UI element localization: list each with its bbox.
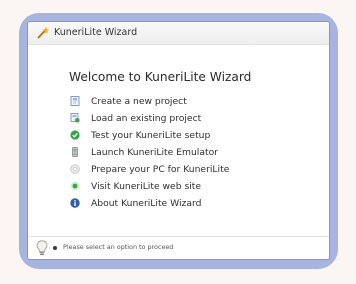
option-label: Visit KuneriLite web site xyxy=(91,181,202,192)
option-label: Launch KuneriLite Emulator xyxy=(91,147,218,158)
wizard-window: KuneriLite Wizard Welcome to KuneriLite … xyxy=(27,21,330,260)
option-label: About KuneriLite Wizard xyxy=(91,198,202,209)
option-label: Create a new project xyxy=(91,96,187,107)
wizard-heading: Welcome to KuneriLite Wizard xyxy=(69,70,252,84)
emulator-icon xyxy=(72,147,78,157)
window-title: KuneriLite Wizard xyxy=(54,27,138,38)
status-bar: Please select an option to proceed xyxy=(28,236,329,259)
lightbulb-icon xyxy=(36,240,48,256)
option-label: Prepare your PC for KuneriLite xyxy=(91,164,230,175)
title-bar: KuneriLite Wizard xyxy=(28,22,329,45)
option-label: Test your KuneriLite setup xyxy=(91,130,211,141)
wand-icon xyxy=(37,26,49,39)
test-check-icon xyxy=(70,130,80,140)
web-site-icon xyxy=(70,181,80,191)
prepare-pc-icon xyxy=(70,164,80,174)
option-label: Load an existing project xyxy=(91,113,202,124)
info-icon xyxy=(70,198,80,208)
load-project-icon xyxy=(70,113,80,123)
status-dot xyxy=(53,246,57,250)
status-text: Please select an option to proceed xyxy=(63,243,174,251)
new-project-icon xyxy=(70,96,80,106)
